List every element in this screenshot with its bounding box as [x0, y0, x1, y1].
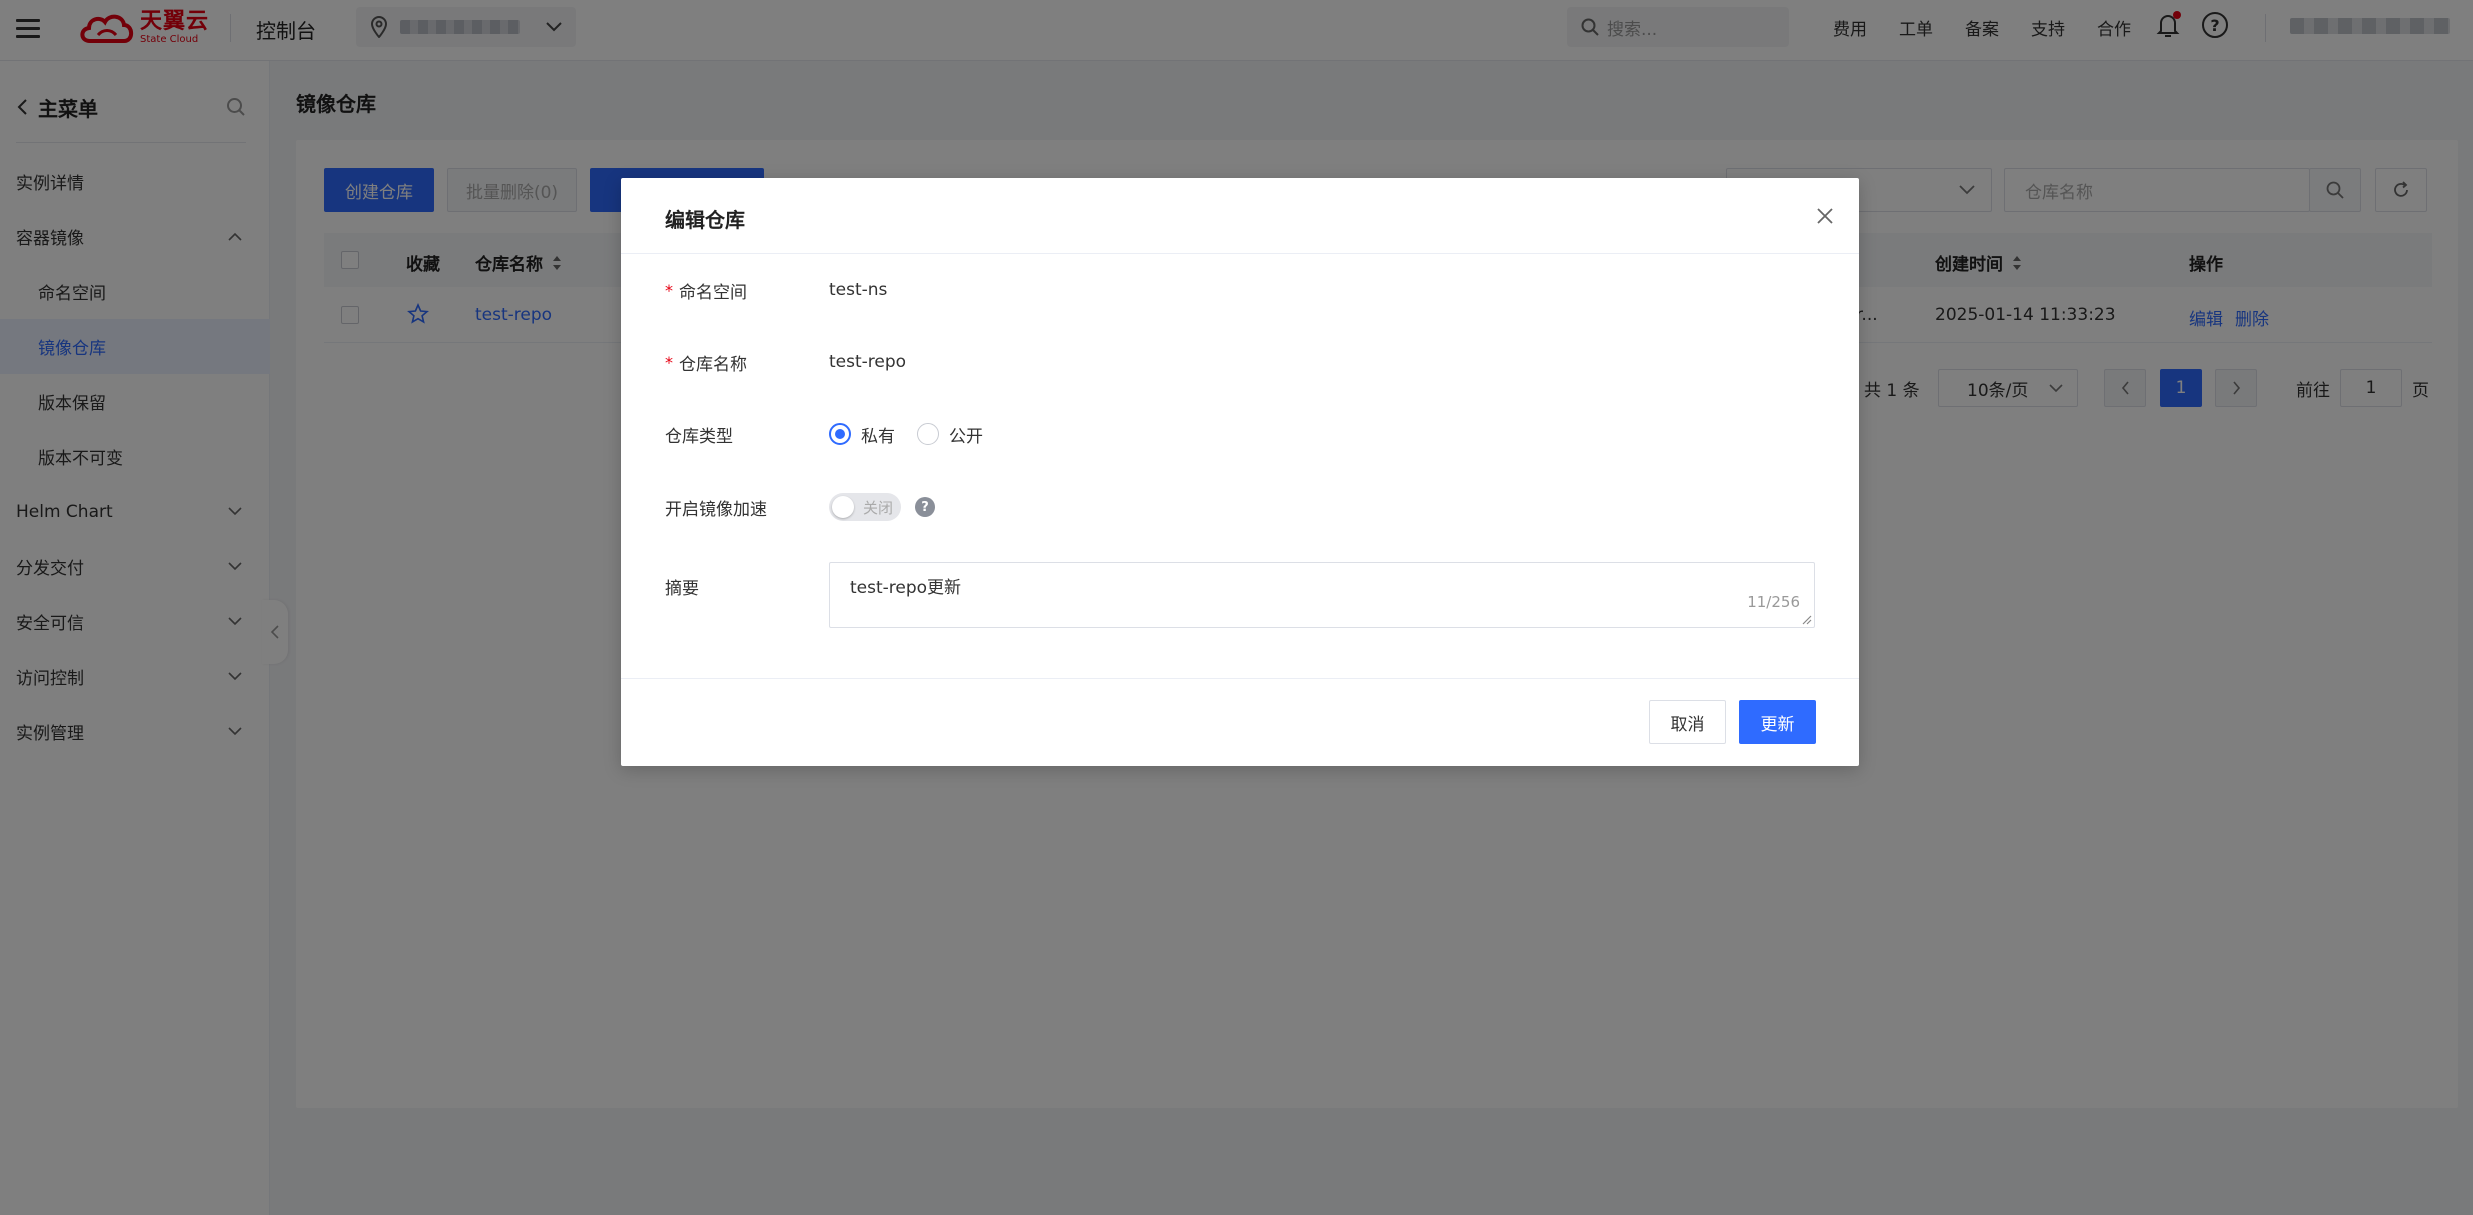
question-icon[interactable]: ? [915, 497, 935, 517]
resize-handle-icon[interactable] [1802, 615, 1812, 625]
summary-label: 摘要 [665, 579, 699, 599]
radio-public[interactable] [917, 423, 939, 445]
image-accel-label: 开启镜像加速 [665, 499, 767, 520]
radio-private-label[interactable]: 私有 [861, 422, 895, 447]
image-accel-row: 开启镜像加速 关闭 ? [665, 492, 1815, 522]
cancel-button[interactable]: 取消 [1649, 700, 1726, 744]
dialog-footer-divider [621, 678, 1859, 679]
radio-public-label[interactable]: 公开 [949, 422, 983, 447]
repo-name-row: * 仓库名称 test-repo [665, 348, 1815, 376]
dialog-header: 编辑仓库 [621, 178, 1859, 254]
repo-type-label: 仓库类型 [665, 426, 733, 447]
toggle-state-text: 关闭 [862, 498, 893, 517]
repo-type-row: 仓库类型 私有 公开 [665, 420, 1815, 448]
update-button[interactable]: 更新 [1739, 700, 1816, 744]
repo-name-label: 仓库名称 [679, 354, 747, 375]
edit-repo-dialog: 编辑仓库 * 命名空间 test-ns * 仓库名称 test-repo 仓库类型 … [621, 178, 1859, 766]
radio-private[interactable] [829, 423, 851, 445]
namespace-row: * 命名空间 test-ns [665, 276, 1815, 304]
repo-name-value: test-repo [829, 352, 907, 372]
dialog-title: 编辑仓库 [665, 208, 745, 232]
toggle-knob [832, 496, 854, 518]
image-accel-toggle[interactable]: 关闭 [829, 493, 901, 521]
namespace-label: 命名空间 [679, 282, 747, 303]
summary-textarea[interactable]: test-repo更新 11/256 [829, 562, 1815, 628]
summary-row: 摘要 test-repo更新 11/256 [665, 562, 1815, 628]
namespace-value: test-ns [829, 280, 888, 300]
summary-text: test-repo更新 [850, 578, 962, 598]
summary-char-count: 11/256 [1747, 593, 1800, 611]
close-icon[interactable] [1813, 204, 1837, 228]
